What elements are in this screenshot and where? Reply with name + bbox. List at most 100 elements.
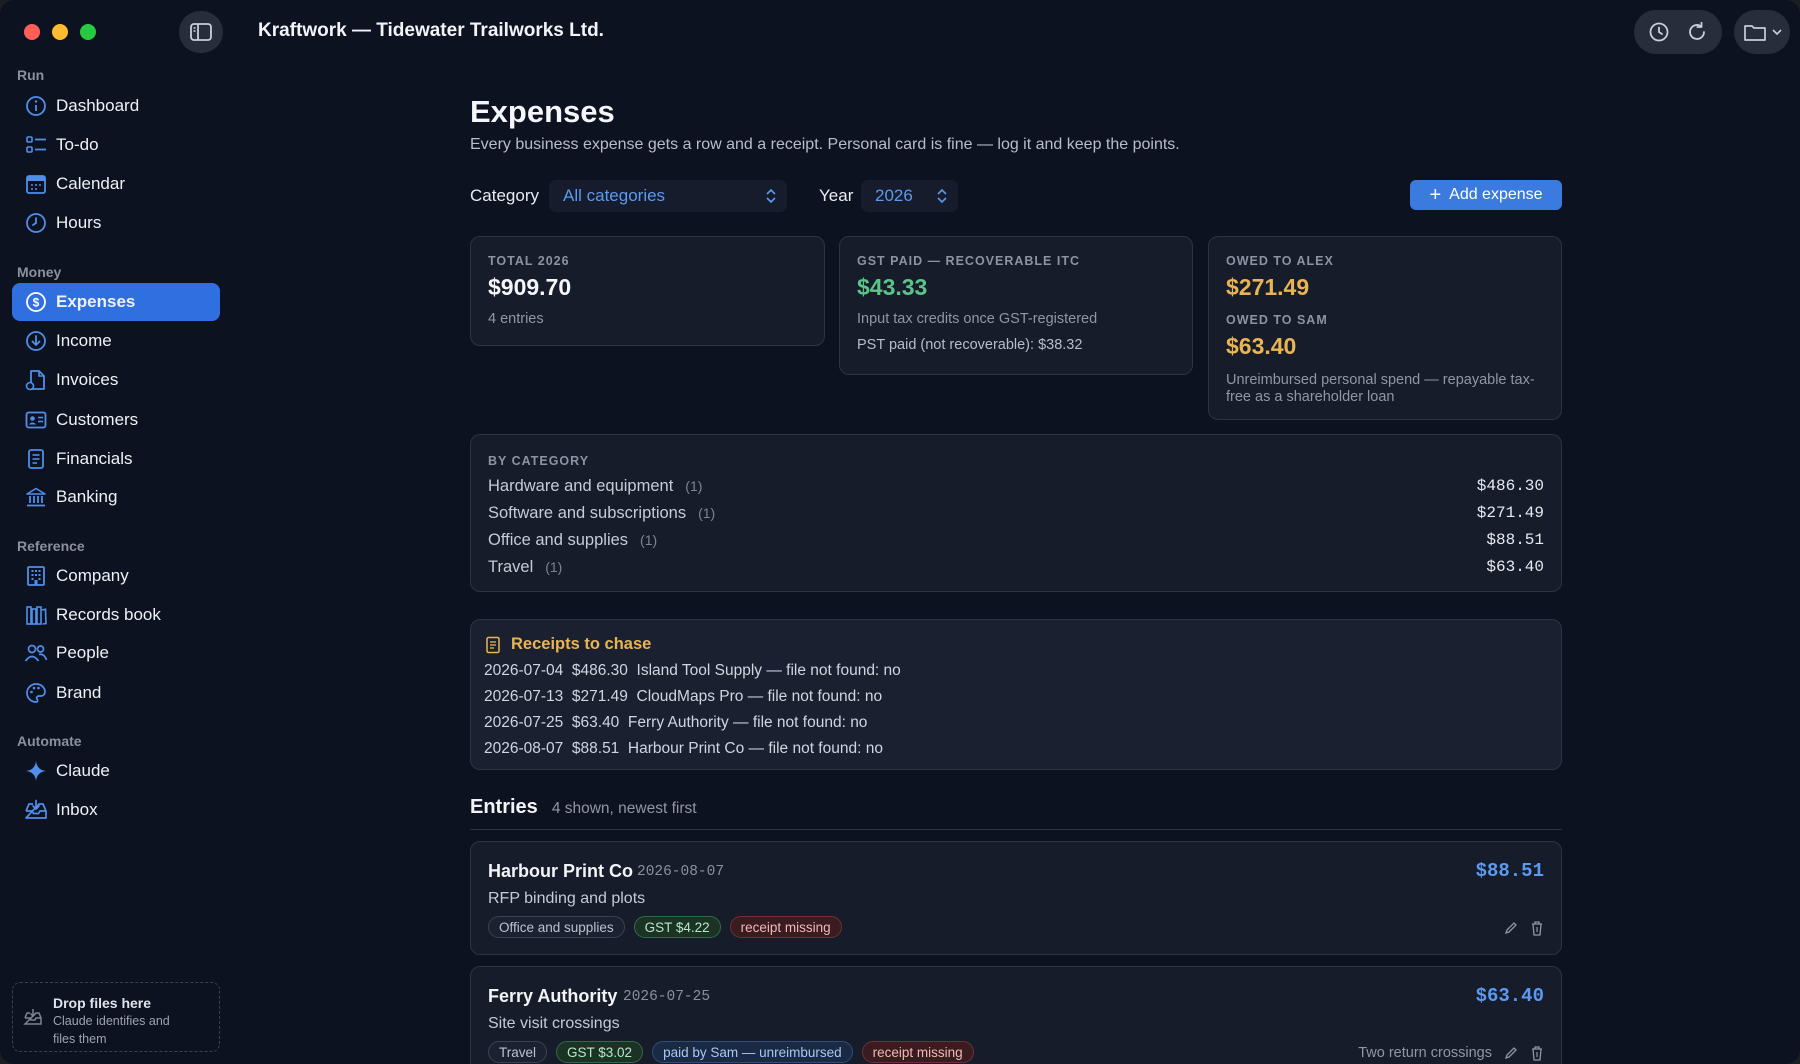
sidebar-item-expenses[interactable]: $ Expenses	[12, 283, 220, 321]
sidebar-item-banking[interactable]: Banking	[12, 478, 220, 516]
category-row: Software and subscriptions (1) $271.49	[488, 502, 1544, 524]
category-count: (1)	[640, 532, 658, 548]
entries-title: Entries	[470, 796, 538, 818]
year-select-value: 2026	[875, 186, 913, 205]
category-count: (1)	[685, 478, 703, 494]
trash-icon[interactable]	[1530, 920, 1544, 936]
year-select[interactable]: 2026	[861, 180, 958, 212]
trash-icon[interactable]	[1530, 1045, 1544, 1061]
entry-actions: Two return crossings	[1358, 1045, 1544, 1061]
books-icon	[24, 603, 48, 627]
sidebar-item-company[interactable]: Company	[12, 557, 220, 595]
category-name: Travel	[488, 557, 534, 576]
sidebar-item-income[interactable]: Income	[12, 322, 220, 360]
refresh-icon	[1689, 21, 1705, 40]
receipt-icon	[486, 636, 500, 653]
gst-tag: GST $4.22	[633, 916, 721, 938]
category-name: Office and supplies	[488, 530, 629, 549]
receipts-title: Receipts to chase	[485, 635, 651, 654]
owed-note-line-1: Unreimbursed personal spend — repayable …	[1226, 372, 1535, 388]
receipt-line: 2026-08-07 $88.51 Harbour Print Co — fil…	[484, 740, 883, 757]
sidebar-item-label: To-do	[56, 135, 99, 154]
gst-note: Input tax credits once GST-registered	[857, 311, 1098, 327]
sparkle-icon	[24, 759, 48, 783]
file-drop-zone[interactable]: Drop files here Claude identifies and fi…	[12, 982, 220, 1052]
category-amount: $486.30	[1476, 477, 1544, 495]
folder-menu-button[interactable]	[1734, 10, 1790, 54]
sidebar-item-label: Income	[56, 331, 112, 350]
entry-actions	[1504, 920, 1544, 936]
bank-icon	[24, 485, 48, 509]
sidebar-item-hours[interactable]: Hours	[12, 204, 220, 242]
total-value: $909.70	[488, 274, 572, 300]
paid-by-tag: paid by Sam — unreimbursed	[652, 1041, 853, 1063]
owed-sam-caption: OWED TO SAM	[1226, 313, 1328, 327]
sidebar-item-todo[interactable]: To-do	[12, 126, 220, 164]
year-filter-label: Year	[819, 186, 854, 205]
history-button[interactable]	[1641, 14, 1677, 50]
entries-count: 4 shown, newest first	[551, 800, 697, 817]
drop-zone-title: Drop files here	[53, 995, 152, 1011]
by-category-caption: BY CATEGORY	[488, 454, 590, 468]
gst-tag: GST $3.02	[556, 1041, 644, 1063]
receipts-title-text: Receipts to chase	[511, 635, 652, 653]
sidebar-item-label: Records book	[56, 605, 161, 624]
owed-alex-value: $271.49	[1226, 274, 1310, 300]
sidebar-item-customers[interactable]: Customers	[12, 401, 220, 439]
refresh-button[interactable]	[1679, 14, 1715, 50]
sidebar-toggle-button[interactable]	[179, 11, 223, 53]
sidebar-item-people[interactable]: People	[12, 634, 220, 672]
plus-icon: +	[1429, 184, 1442, 206]
by-category-card: BY CATEGORY Hardware and equipment (1) $…	[470, 434, 1562, 592]
close-window-button[interactable]	[24, 24, 40, 40]
sidebar-item-financials[interactable]: Financials	[12, 440, 220, 478]
drop-zone-subtitle-1: Claude identifies and	[53, 1014, 170, 1028]
contact-card-icon	[24, 408, 48, 432]
receipt-line: 2026-07-13 $271.49 CloudMaps Pro — file …	[484, 688, 883, 705]
sidebar-item-invoices[interactable]: Invoices	[12, 361, 220, 399]
sidebar-item-label: Brand	[56, 683, 102, 702]
building-icon	[24, 564, 48, 588]
section-label-money: Money	[17, 264, 62, 280]
inbox-icon	[24, 798, 48, 822]
entry-tags: Travel GST $3.02 paid by Sam — unreimbur…	[488, 1041, 974, 1063]
sidebar-item-label: Inbox	[56, 800, 98, 819]
sidebar-item-records-book[interactable]: Records book	[12, 596, 220, 634]
entry-description: Site visit crossings	[488, 1015, 620, 1032]
category-tag: Travel	[488, 1041, 548, 1063]
expense-entry[interactable]: Ferry Authority 2026-07-25 $63.40 Site v…	[470, 966, 1562, 1064]
tray-icon	[23, 1009, 42, 1025]
sidebar-item-calendar[interactable]: Calendar	[12, 165, 220, 203]
app-window: Kraftwork — Tidewater Trailworks Ltd. Ru…	[0, 0, 1800, 1064]
divider	[470, 829, 1562, 830]
category-select[interactable]: All categories	[549, 180, 787, 212]
history-button-group	[1634, 10, 1722, 54]
sidebar-item-inbox[interactable]: Inbox	[12, 791, 220, 829]
sidebar-item-dashboard[interactable]: Dashboard	[12, 87, 220, 125]
arrow-down-circle-icon	[24, 329, 48, 353]
sidebar-item-label: Expenses	[56, 292, 136, 311]
sidebar-item-label: Calendar	[56, 174, 125, 193]
gst-value: $43.33	[857, 274, 928, 300]
section-label-run: Run	[17, 67, 45, 83]
expense-entry[interactable]: Harbour Print Co 2026-08-07 $88.51 RFP b…	[470, 841, 1562, 955]
edit-pencil-icon[interactable]	[1504, 921, 1518, 935]
gst-caption: GST PAID — RECOVERABLE ITC	[857, 254, 1081, 268]
category-row: Hardware and equipment (1) $486.30	[488, 475, 1544, 497]
zoom-window-button[interactable]	[80, 24, 96, 40]
document-icon	[24, 447, 48, 471]
sidebar-item-claude[interactable]: Claude	[12, 752, 220, 790]
chevron-down-icon	[1771, 29, 1782, 36]
sidebar-item-brand[interactable]: Brand	[12, 674, 220, 712]
minimize-window-button[interactable]	[52, 24, 68, 40]
dashboard-icon	[24, 94, 48, 118]
clock-icon	[24, 211, 48, 235]
owed-sam-value: $63.40	[1226, 333, 1297, 359]
add-expense-button[interactable]: + Add expense	[1410, 180, 1562, 210]
total-card: TOTAL 2026 $909.70 4 entries	[470, 236, 825, 346]
entry-date: 2026-08-07	[637, 864, 725, 880]
total-note: 4 entries	[488, 311, 544, 327]
edit-pencil-icon[interactable]	[1504, 1046, 1518, 1060]
gst-card: GST PAID — RECOVERABLE ITC $43.33 Input …	[839, 236, 1193, 375]
sidebar-item-label: Company	[56, 566, 129, 585]
